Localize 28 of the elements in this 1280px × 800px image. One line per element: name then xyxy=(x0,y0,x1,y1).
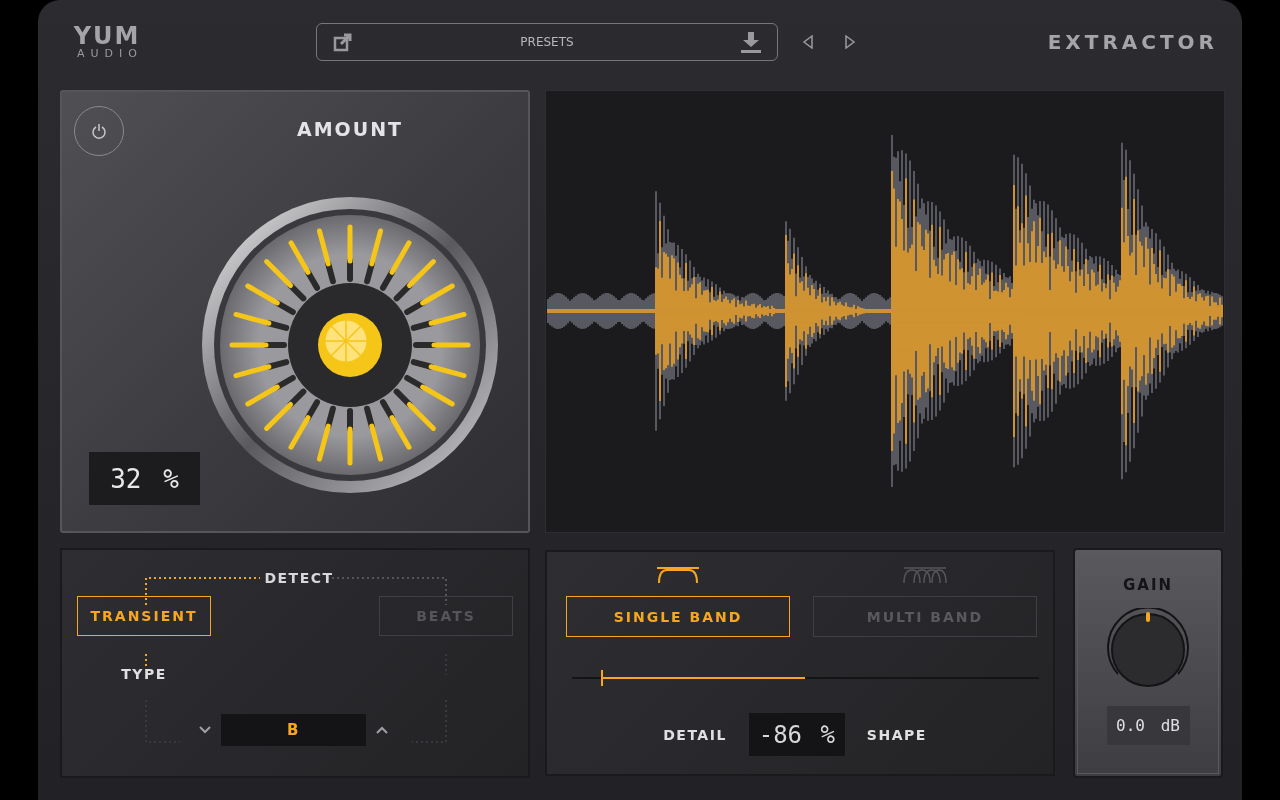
shape-label: SHAPE xyxy=(866,726,927,743)
detail-label: DETAIL xyxy=(663,726,727,743)
previous-icon[interactable] xyxy=(802,35,814,49)
shape-readout: -86 % xyxy=(748,713,845,756)
detect-mode-button[interactable]: TRANSIENT xyxy=(77,596,211,636)
presets-label: PRESETS xyxy=(520,35,574,49)
chevron-down-icon[interactable] xyxy=(199,726,211,734)
power-icon xyxy=(91,123,107,139)
type-value: B xyxy=(221,714,366,746)
logo-text: YUM xyxy=(73,24,141,48)
gain-readout: 0.0 dB xyxy=(1106,706,1190,745)
chevron-up-icon[interactable] xyxy=(376,726,388,734)
export-icon xyxy=(333,32,353,52)
amount-title: AMOUNT xyxy=(296,118,404,140)
slider-thumb[interactable] xyxy=(601,670,604,686)
single-band-icon xyxy=(655,566,701,584)
presets-bar[interactable]: PRESETS xyxy=(316,23,778,61)
type-label: TYPE xyxy=(121,666,167,682)
download-icon xyxy=(741,31,761,53)
next-icon[interactable] xyxy=(844,35,856,49)
power-button[interactable] xyxy=(74,106,124,156)
detect-label: DETECT xyxy=(263,570,335,586)
logo-subtitle: AUDIO xyxy=(77,48,143,60)
gain-title: GAIN xyxy=(1122,576,1174,594)
multi-band-icon xyxy=(902,566,948,584)
amount-readout: 32 % xyxy=(89,452,200,505)
band-mode-button[interactable]: SINGLE BAND xyxy=(566,596,790,637)
product-name: EXTRACTOR xyxy=(1047,30,1218,54)
